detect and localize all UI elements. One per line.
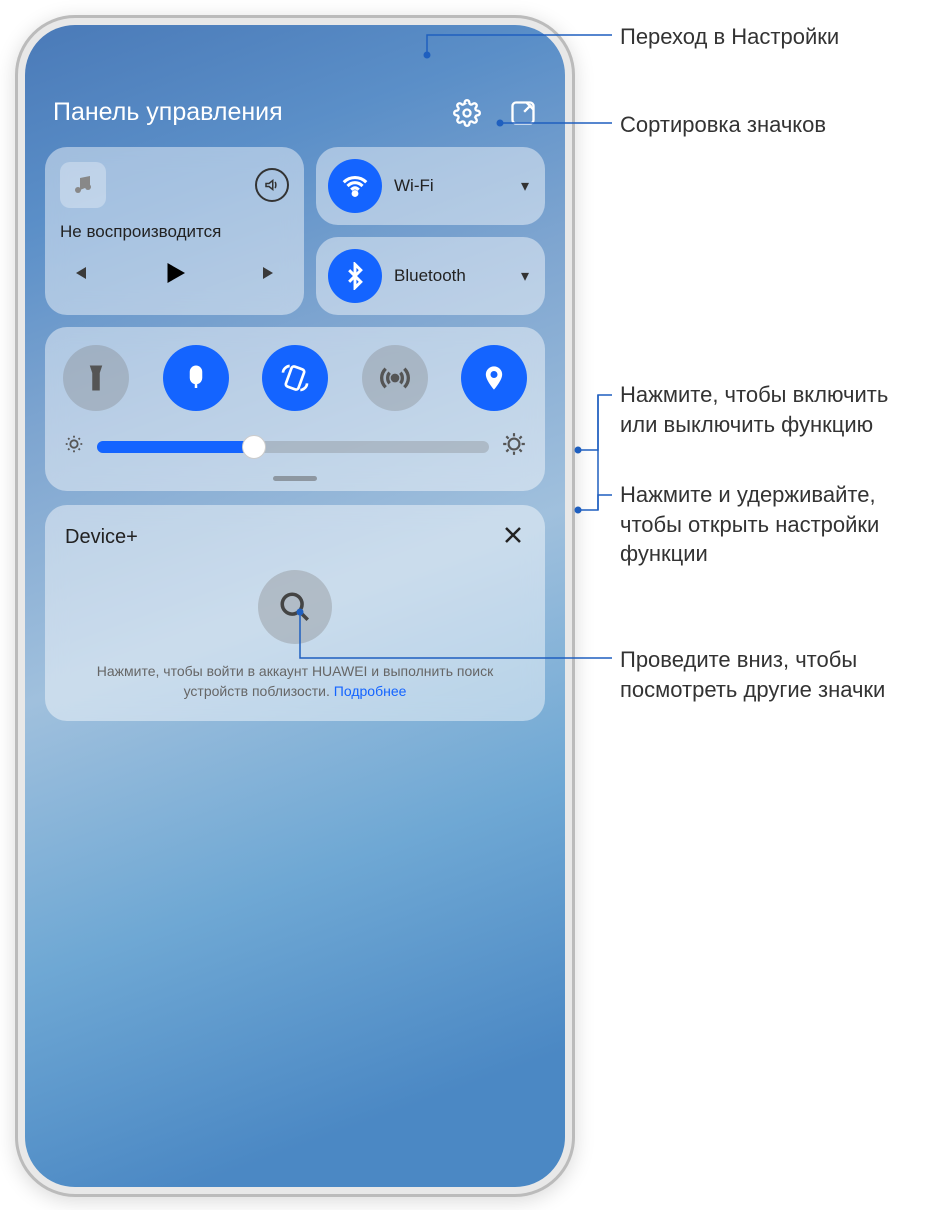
brightness-slider[interactable]	[97, 441, 489, 453]
annotation-swipe: Проведите вниз, чтобы посмотреть другие …	[620, 645, 910, 704]
device-hint-link[interactable]: Подробнее	[334, 683, 407, 699]
audio-output-icon[interactable]	[255, 168, 289, 202]
device-plus-title: Device+	[65, 526, 138, 549]
device-plus-card: Device+ Нажмите, чтобы войти в аккаунт H…	[45, 505, 545, 721]
phone-screen: Панель управления	[25, 25, 565, 1187]
brightness-slider-row	[63, 431, 527, 462]
quick-toggles-card	[45, 327, 545, 491]
bluetooth-icon	[328, 249, 382, 303]
annotation-hold: Нажмите и удерживайте, чтобы открыть нас…	[620, 480, 920, 569]
wifi-tile[interactable]: Wi-Fi ▾	[316, 147, 545, 225]
header-actions	[453, 99, 537, 127]
annotation-sort: Сортировка значков	[620, 110, 826, 140]
music-note-icon	[60, 162, 106, 208]
chevron-down-icon[interactable]: ▾	[521, 176, 529, 196]
annotation-tap: Нажмите, чтобы включить или выключить фу…	[620, 380, 920, 439]
expand-handle[interactable]	[273, 476, 317, 481]
next-track-icon[interactable]	[257, 261, 281, 290]
flashlight-toggle[interactable]	[63, 345, 129, 411]
control-panel-title: Панель управления	[53, 98, 283, 127]
annotation-settings: Переход в Настройки	[620, 22, 839, 52]
settings-gear-icon[interactable]	[453, 99, 481, 127]
brightness-high-icon	[501, 431, 527, 462]
auto-rotate-toggle[interactable]	[262, 345, 328, 411]
wifi-label: Wi-Fi	[394, 177, 509, 196]
device-hint-text: Нажмите, чтобы войти в аккаунт HUAWEI и …	[97, 663, 493, 699]
device-hint: Нажмите, чтобы войти в аккаунт HUAWEI и …	[65, 662, 525, 701]
hotspot-toggle[interactable]	[362, 345, 428, 411]
sound-toggle[interactable]	[163, 345, 229, 411]
prev-track-icon[interactable]	[68, 261, 92, 290]
edit-sort-icon[interactable]	[509, 99, 537, 127]
bluetooth-tile[interactable]: Bluetooth ▾	[316, 237, 545, 315]
chevron-down-icon[interactable]: ▾	[521, 266, 529, 286]
play-icon[interactable]	[160, 258, 190, 293]
media-status-text: Не воспроизводится	[60, 222, 289, 242]
phone-frame: Панель управления	[15, 15, 575, 1197]
search-devices-button[interactable]	[258, 570, 332, 644]
slider-thumb[interactable]	[242, 435, 266, 459]
wifi-icon	[328, 159, 382, 213]
brightness-low-icon	[63, 433, 85, 460]
location-toggle[interactable]	[461, 345, 527, 411]
bluetooth-label: Bluetooth	[394, 267, 509, 286]
close-icon[interactable]	[501, 523, 525, 552]
control-panel-header: Панель управления	[45, 98, 545, 127]
media-card[interactable]: Не воспроизводится	[45, 147, 304, 315]
